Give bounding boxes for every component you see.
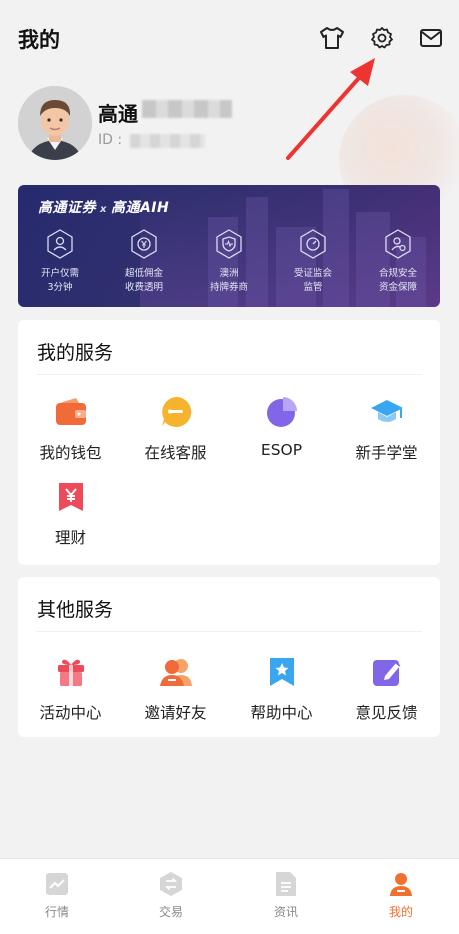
service-help-center[interactable]: 帮助中心 <box>229 655 334 723</box>
service-label: 帮助中心 <box>250 704 313 722</box>
mail-icon[interactable] <box>417 24 445 52</box>
service-label: 理财 <box>54 529 86 547</box>
service-feedback[interactable]: 意见反馈 <box>334 655 439 723</box>
user-hexagon-icon <box>47 229 73 259</box>
service-label: 活动中心 <box>39 704 102 722</box>
tab-market[interactable]: 行情 <box>17 871 97 920</box>
pie-chart-icon <box>265 395 299 429</box>
brand-right: 高通AIH <box>110 200 170 216</box>
tab-label: 我的 <box>388 905 413 919</box>
service-wealth-management[interactable]: 理财 <box>18 480 123 548</box>
service-label: ESOP <box>260 441 303 459</box>
tab-label: 交易 <box>158 905 183 919</box>
my-services-card: 我的服务 我的钱包 在线客服 ESOP 新手学堂 理财 <box>18 320 440 565</box>
feature-line1: 超低佣金 <box>124 268 163 279</box>
tab-news[interactable]: 资讯 <box>246 871 326 920</box>
profile-section[interactable]: 高通 ID : <box>18 86 438 166</box>
service-online-support[interactable]: 在线客服 <box>123 395 228 463</box>
service-my-wallet[interactable]: 我的钱包 <box>18 395 123 463</box>
tab-trade[interactable]: 交易 <box>131 871 211 920</box>
user-name: 高通 <box>98 102 138 126</box>
exchange-hexagon-icon <box>158 871 184 897</box>
banner-title: 高通证券 x 高通AIH <box>38 197 169 217</box>
service-beginner-school[interactable]: 新手学堂 <box>334 395 439 463</box>
brand-left: 高通证券 <box>38 200 96 216</box>
chat-bubble-icon <box>159 395 193 429</box>
user-id-label: ID : <box>98 132 123 148</box>
person-check-hexagon-icon <box>385 229 411 259</box>
page-title: 我的 <box>18 28 60 52</box>
service-activity-center[interactable]: 活动中心 <box>18 655 123 723</box>
banner-feature: 超低佣金 收费透明 <box>104 229 184 295</box>
service-label: 新手学堂 <box>355 444 418 462</box>
bottom-tab-bar: 行情 交易 资讯 我的 <box>0 858 459 934</box>
other-services-title: 其他服务 <box>37 599 114 621</box>
name-redaction <box>142 100 232 118</box>
trend-chart-icon <box>44 871 70 897</box>
banner-feature: 合规安全 资金保障 <box>358 229 438 295</box>
person-icon <box>388 871 414 897</box>
invite-users-icon <box>159 655 193 689</box>
edit-pen-icon <box>370 655 404 689</box>
settings-gear-icon[interactable] <box>368 24 396 52</box>
service-label: 意见反馈 <box>355 704 418 722</box>
id-redaction <box>130 134 205 148</box>
banner-feature: 开户仅需 3分钟 <box>20 229 100 295</box>
shield-hexagon-icon <box>216 229 242 259</box>
graduation-cap-icon <box>370 395 404 429</box>
feature-line2: 资金保障 <box>378 282 417 293</box>
yen-tag-icon <box>54 480 88 514</box>
banner-feature: 受证监会 监管 <box>273 229 353 295</box>
feature-line2: 监管 <box>303 282 323 293</box>
service-label: 在线客服 <box>144 444 207 462</box>
feature-line1: 受证监会 <box>293 268 332 279</box>
divider <box>36 374 422 375</box>
news-doc-icon <box>273 871 299 897</box>
brand-x: x <box>100 204 107 215</box>
service-esop[interactable]: ESOP <box>229 395 334 459</box>
feature-line1: 澳洲 <box>219 268 239 279</box>
feature-line2: 收费透明 <box>124 282 163 293</box>
tab-mine[interactable]: 我的 <box>361 871 441 920</box>
service-invite-friends[interactable]: 邀请好友 <box>123 655 228 723</box>
tab-label: 资讯 <box>273 905 298 919</box>
feature-line2: 持牌券商 <box>209 282 248 293</box>
other-services-card: 其他服务 活动中心 邀请好友 帮助中心 意见反馈 <box>18 577 440 737</box>
tab-label: 行情 <box>44 905 69 919</box>
avatar[interactable] <box>18 86 92 160</box>
banner-feature: 澳洲 持牌券商 <box>189 229 269 295</box>
bookmark-star-icon <box>265 655 299 689</box>
feature-line1: 合规安全 <box>378 268 417 279</box>
my-services-title: 我的服务 <box>37 342 114 364</box>
promo-banner[interactable]: 高通证券 x 高通AIH 开户仅需 3分钟 超低佣金收费透明 澳洲持牌券商 受证监会监… <box>18 185 440 307</box>
wallet-icon <box>54 395 88 429</box>
service-label: 邀请好友 <box>144 704 207 722</box>
feature-line1: 开户仅需 <box>40 268 79 279</box>
service-label: 我的钱包 <box>39 444 102 462</box>
gift-icon <box>54 655 88 689</box>
yen-hexagon-icon <box>131 229 157 259</box>
feature-line2: 3分钟 <box>47 282 73 293</box>
tshirt-icon[interactable] <box>318 24 346 52</box>
divider <box>36 631 422 632</box>
gauge-hexagon-icon <box>300 229 326 259</box>
top-bar: 我的 <box>0 18 459 58</box>
